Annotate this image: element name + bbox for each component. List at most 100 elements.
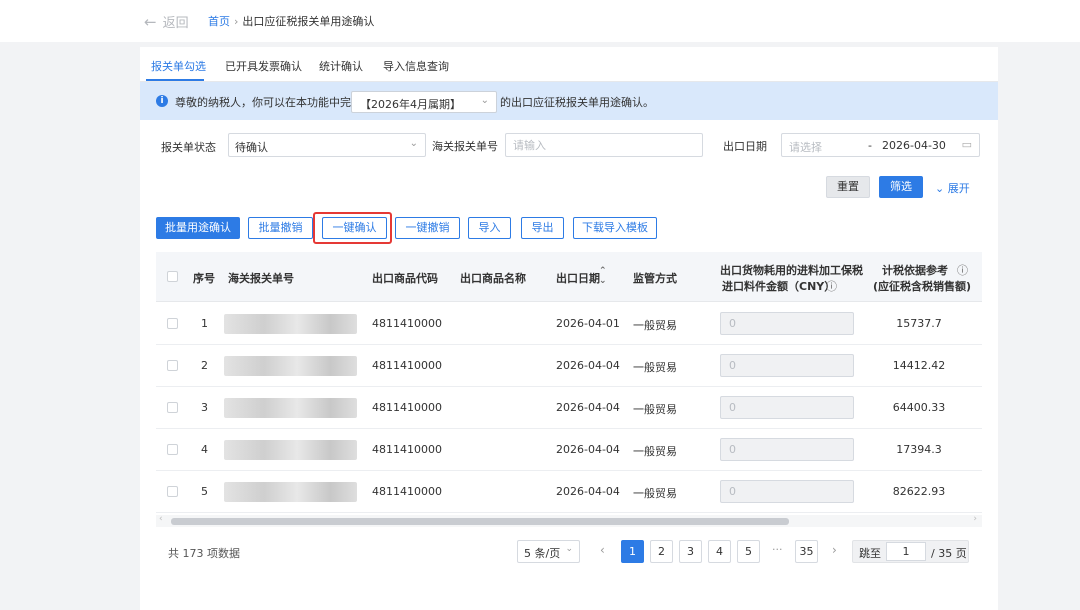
filter-button[interactable]: 筛选	[879, 176, 923, 198]
row-export-date: 2026-04-01	[556, 317, 620, 330]
jump-label: 跳至	[859, 547, 881, 560]
row-index: 3	[201, 401, 208, 414]
row-supervision: 一般贸易	[633, 445, 677, 458]
scroll-left-icon[interactable]: ‹	[159, 514, 163, 524]
one-click-cancel-button[interactable]: 一键撤销	[395, 217, 460, 239]
row-export-date: 2026-04-04	[556, 443, 620, 456]
calendar-icon: ▭	[961, 138, 972, 151]
row-export-date: 2026-04-04	[556, 359, 620, 372]
header-bonded-amount-line1: 出口货物耗用的进料加工保税	[720, 264, 863, 277]
row-checkbox[interactable]	[167, 402, 178, 413]
row-index: 4	[201, 443, 208, 456]
status-label: 报关单状态	[161, 141, 216, 154]
row-tax-basis: 64400.33	[892, 401, 946, 414]
header-product-code: 出口商品代码	[372, 272, 438, 285]
chevron-down-icon: ⌄	[935, 182, 948, 195]
status-value: 待确认	[235, 141, 268, 154]
row-bonded-amount-input[interactable]: 0	[720, 438, 854, 461]
top-bar: ← 返回 首页 › 出口应征税报关单用途确认	[0, 0, 1080, 42]
row-supervision: 一般贸易	[633, 361, 677, 374]
page-button[interactable]: 5	[737, 540, 760, 563]
row-tax-basis: 17394.3	[896, 443, 942, 456]
chevron-down-icon: ⌄	[565, 544, 573, 554]
row-index: 5	[201, 485, 208, 498]
info-icon: i	[156, 95, 168, 107]
back-button[interactable]: ← 返回	[144, 12, 189, 31]
info-circle-icon: ⓘ	[957, 264, 968, 277]
row-export-date: 2026-04-04	[556, 485, 620, 498]
table-row: 4 4811410000 2026-04-04 一般贸易 0 17394.3	[156, 429, 982, 471]
notice-text-before: 尊敬的纳税人，你可以在本功能中完成	[175, 96, 362, 109]
page-size-value: 5 条/页	[524, 547, 561, 560]
page-ellipsis[interactable]: ···	[772, 543, 783, 556]
page-size-select[interactable]: 5 条/页 ⌄	[517, 540, 580, 563]
row-supervision: 一般贸易	[633, 487, 677, 500]
download-template-button[interactable]: 下载导入模板	[573, 217, 657, 239]
arrow-left-icon: ←	[144, 13, 157, 31]
export-date-label: 出口日期	[723, 140, 767, 153]
status-select[interactable]: 待确认 ⌄	[228, 133, 426, 157]
import-button[interactable]: 导入	[468, 217, 511, 239]
page-button[interactable]: 4	[708, 540, 731, 563]
prev-page-icon[interactable]: ‹	[600, 543, 605, 557]
table-header: 序号 海关报关单号 出口商品代码 出口商品名称 出口日期 ⌃ ⌄ 监管方式 出口货…	[156, 252, 982, 302]
highlight-frame	[313, 212, 392, 244]
row-product-code: 4811410000	[372, 485, 442, 498]
expand-toggle[interactable]: ⌄ 展开	[935, 180, 970, 196]
customs-no-input[interactable]	[505, 133, 703, 157]
back-label: 返回	[162, 16, 189, 31]
horizontal-scrollbar[interactable]: ‹ ›	[156, 514, 982, 527]
row-checkbox[interactable]	[167, 360, 178, 371]
row-bonded-amount-input[interactable]: 0	[720, 354, 854, 377]
row-export-date: 2026-04-04	[556, 401, 620, 414]
table-row: 1 4811410000 2026-04-01 一般贸易 0 15737.7	[156, 303, 982, 345]
row-product-code: 4811410000	[372, 443, 442, 456]
row-checkbox[interactable]	[167, 318, 178, 329]
row-index: 1	[201, 317, 208, 330]
batch-confirm-button[interactable]: 批量用途确认	[156, 217, 240, 239]
tab-statistics-confirm[interactable]: 统计确认	[319, 58, 363, 74]
page-jumper: 跳至 / 35 页	[852, 540, 969, 563]
scrollbar-thumb[interactable]	[171, 518, 789, 525]
customs-no-redacted	[224, 314, 357, 334]
sort-icon[interactable]: ⌃ ⌄	[599, 266, 607, 286]
page-button[interactable]: 1	[621, 540, 644, 563]
row-supervision: 一般贸易	[633, 319, 677, 332]
date-start-placeholder: 请选择	[789, 141, 822, 154]
header-customs-no: 海关报关单号	[228, 272, 294, 285]
page-button[interactable]: 2	[650, 540, 673, 563]
batch-cancel-button[interactable]: 批量撤销	[248, 217, 313, 239]
tab-import-query[interactable]: 导入信息查询	[383, 58, 449, 74]
tab-bar: 报关单勾选 已开具发票确认 统计确认 导入信息查询	[140, 47, 998, 82]
table-row: 5 4811410000 2026-04-04 一般贸易 0 82622.93	[156, 471, 982, 513]
row-tax-basis: 15737.7	[896, 317, 942, 330]
row-bonded-amount-input[interactable]: 0	[720, 312, 854, 335]
tab-invoice-confirm[interactable]: 已开具发票确认	[225, 58, 302, 74]
select-all-checkbox[interactable]	[167, 271, 178, 282]
table-row: 3 4811410000 2026-04-04 一般贸易 0 64400.33	[156, 387, 982, 429]
row-checkbox[interactable]	[167, 444, 178, 455]
chevron-down-icon: ⌄	[409, 138, 418, 149]
jump-total-pages: / 35 页	[931, 547, 967, 560]
customs-no-redacted	[224, 398, 357, 418]
header-supervision: 监管方式	[633, 272, 677, 285]
row-checkbox[interactable]	[167, 486, 178, 497]
next-page-icon[interactable]: ›	[832, 543, 837, 557]
page-button[interactable]: 3	[679, 540, 702, 563]
period-select[interactable]: 【2026年4月属期】 ⌄	[351, 91, 497, 113]
date-end-value: 2026-04-30	[882, 139, 946, 152]
breadcrumb-home[interactable]: 首页	[208, 15, 230, 28]
export-date-range[interactable]: 请选择 - 2026-04-30 ▭	[781, 133, 980, 157]
reset-button[interactable]: 重置	[826, 176, 870, 198]
row-bonded-amount-input[interactable]: 0	[720, 480, 854, 503]
total-count: 共 173 项数据	[168, 547, 240, 560]
page-button-last[interactable]: 35	[795, 540, 818, 563]
scroll-right-icon[interactable]: ›	[973, 514, 977, 524]
chevron-right-icon: ›	[234, 15, 239, 28]
jump-page-input[interactable]	[886, 542, 926, 561]
tab-declaration-select[interactable]: 报关单勾选	[151, 58, 206, 74]
breadcrumb-current: 出口应征税报关单用途确认	[242, 15, 375, 28]
row-bonded-amount-input[interactable]: 0	[720, 396, 854, 419]
header-tax-basis-line2: (应征税含税销售额)	[873, 280, 972, 293]
export-button[interactable]: 导出	[521, 217, 564, 239]
